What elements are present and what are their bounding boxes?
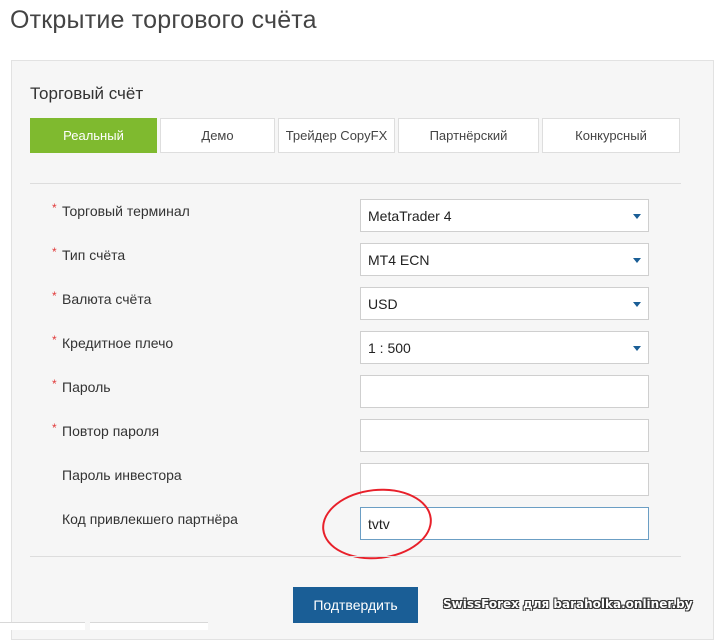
required-mark: * xyxy=(52,201,57,215)
account-type-label: * Тип счёта xyxy=(52,245,126,263)
submit-button[interactable]: Подтвердить xyxy=(293,587,418,623)
watermark: SwissForex для baraholka.onliner.by xyxy=(443,597,693,611)
currency-select[interactable]: USD xyxy=(360,287,649,320)
tab-contest[interactable]: Конкурсный xyxy=(542,118,680,153)
password-repeat-field[interactable] xyxy=(360,419,649,452)
investor-password-input[interactable] xyxy=(368,471,638,488)
password-input[interactable] xyxy=(368,383,638,400)
currency-label: * Валюта счёта xyxy=(52,289,152,307)
investor-password-label: Пароль инвестора xyxy=(62,467,182,483)
page-title: Открытие торгового счёта xyxy=(10,6,317,34)
leverage-select[interactable]: 1 : 500 xyxy=(360,331,649,364)
tab-real[interactable]: Реальный xyxy=(30,118,157,153)
terminal-select[interactable]: MetaTrader 4 xyxy=(360,199,649,232)
terminal-label: * Торговый терминал xyxy=(52,201,190,219)
tab-demo[interactable]: Демо xyxy=(160,118,275,153)
divider-top xyxy=(30,183,681,184)
required-mark: * xyxy=(52,245,57,259)
tab-copyfx-trader[interactable]: Трейдер CopyFX xyxy=(278,118,395,153)
required-mark: * xyxy=(52,421,57,435)
leverage-label: * Кредитное плечо xyxy=(52,333,174,351)
required-mark: * xyxy=(52,377,57,391)
tab-partner[interactable]: Партнёрский xyxy=(398,118,539,153)
required-mark: * xyxy=(52,289,57,303)
required-mark: * xyxy=(52,333,57,347)
section-title: Торговый счёт xyxy=(30,84,144,103)
password-repeat-label: * Повтор пароля xyxy=(52,421,160,439)
divider-bottom xyxy=(30,556,681,557)
password-field[interactable] xyxy=(360,375,649,408)
password-label: * Пароль xyxy=(52,377,111,395)
partner-code-label: Код привлекшего партнёра xyxy=(62,511,238,527)
account-type-select[interactable]: MT4 ECN xyxy=(360,243,649,276)
password-repeat-input[interactable] xyxy=(368,427,638,444)
